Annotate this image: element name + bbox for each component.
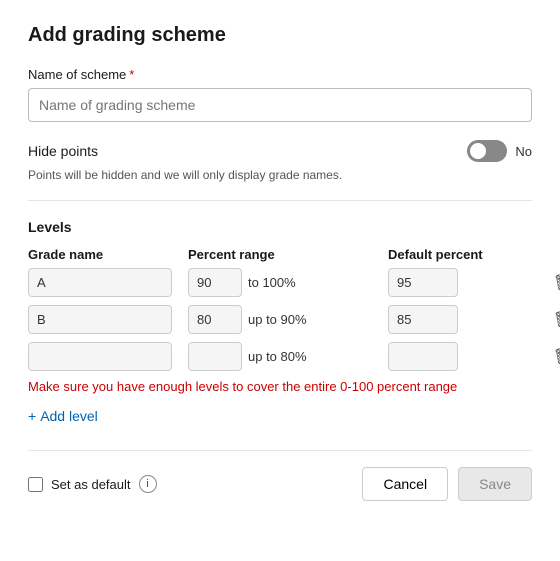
name-field-section: Name of scheme*: [28, 67, 532, 122]
name-field-label: Name of scheme*: [28, 67, 532, 82]
grade-cell-3: [28, 342, 188, 371]
levels-heading: Levels: [28, 219, 532, 235]
table-row: to 100% 🗑: [28, 268, 532, 297]
table-row: up to 80% 🗑: [28, 342, 532, 371]
set-default-checkbox[interactable]: [28, 477, 43, 492]
grade-cell-1: [28, 268, 188, 297]
table-row: up to 90% 🗑: [28, 305, 532, 334]
grade-cell-2: [28, 305, 188, 334]
hide-points-hint: Points will be hidden and we will only d…: [28, 168, 532, 182]
col-header-grade: Grade name: [28, 247, 188, 262]
set-default-row: Set as default i: [28, 475, 157, 493]
to-text-1: to 100%: [248, 275, 296, 290]
default-cell-1: [388, 268, 548, 297]
action-buttons: Cancel Save: [362, 467, 532, 501]
percent-from-2[interactable]: [188, 305, 242, 334]
toggle-track[interactable]: [467, 140, 507, 162]
to-text-2: up to 90%: [248, 312, 307, 327]
col-header-default: Default percent: [388, 247, 548, 262]
default-input-2[interactable]: [388, 305, 458, 334]
footer: Set as default i Cancel Save: [28, 450, 532, 501]
delete-row-1[interactable]: 🗑: [548, 269, 560, 297]
plus-icon: +: [28, 408, 36, 424]
to-text-3: up to 80%: [248, 349, 307, 364]
grade-input-2[interactable]: [28, 305, 172, 334]
set-default-label: Set as default: [51, 477, 131, 492]
default-cell-3: [388, 342, 548, 371]
grade-input-1[interactable]: [28, 268, 172, 297]
info-icon[interactable]: i: [139, 475, 157, 493]
required-marker: *: [129, 67, 134, 82]
percent-cell-3: up to 80%: [188, 342, 388, 371]
percent-cell-2: up to 90%: [188, 305, 388, 334]
delete-row-2[interactable]: 🗑: [548, 306, 560, 334]
scheme-name-input[interactable]: [28, 88, 532, 122]
add-level-label: Add level: [40, 408, 98, 424]
toggle-thumb: [470, 143, 486, 159]
default-input-3[interactable]: [388, 342, 458, 371]
page-title: Add grading scheme: [28, 24, 532, 47]
toggle-right: No: [467, 140, 532, 162]
add-level-button[interactable]: + Add level: [28, 404, 98, 428]
toggle-no-label: No: [515, 144, 532, 159]
percent-cell-1: to 100%: [188, 268, 388, 297]
delete-row-3[interactable]: 🗑: [548, 343, 560, 371]
default-input-1[interactable]: [388, 268, 458, 297]
default-cell-2: [388, 305, 548, 334]
col-header-percent: Percent range: [188, 247, 388, 262]
hide-points-toggle[interactable]: [467, 140, 507, 162]
percent-from-3[interactable]: [188, 342, 242, 371]
hide-points-label: Hide points: [28, 143, 98, 159]
save-button[interactable]: Save: [458, 467, 532, 501]
percent-from-1[interactable]: [188, 268, 242, 297]
grade-input-3[interactable]: [28, 342, 172, 371]
divider-1: [28, 200, 532, 201]
hide-points-row: Hide points No: [28, 140, 532, 162]
levels-column-headers: Grade name Percent range Default percent: [28, 243, 532, 268]
col-header-actions: [548, 247, 560, 262]
cancel-button[interactable]: Cancel: [362, 467, 448, 501]
error-message: Make sure you have enough levels to cove…: [28, 379, 532, 394]
